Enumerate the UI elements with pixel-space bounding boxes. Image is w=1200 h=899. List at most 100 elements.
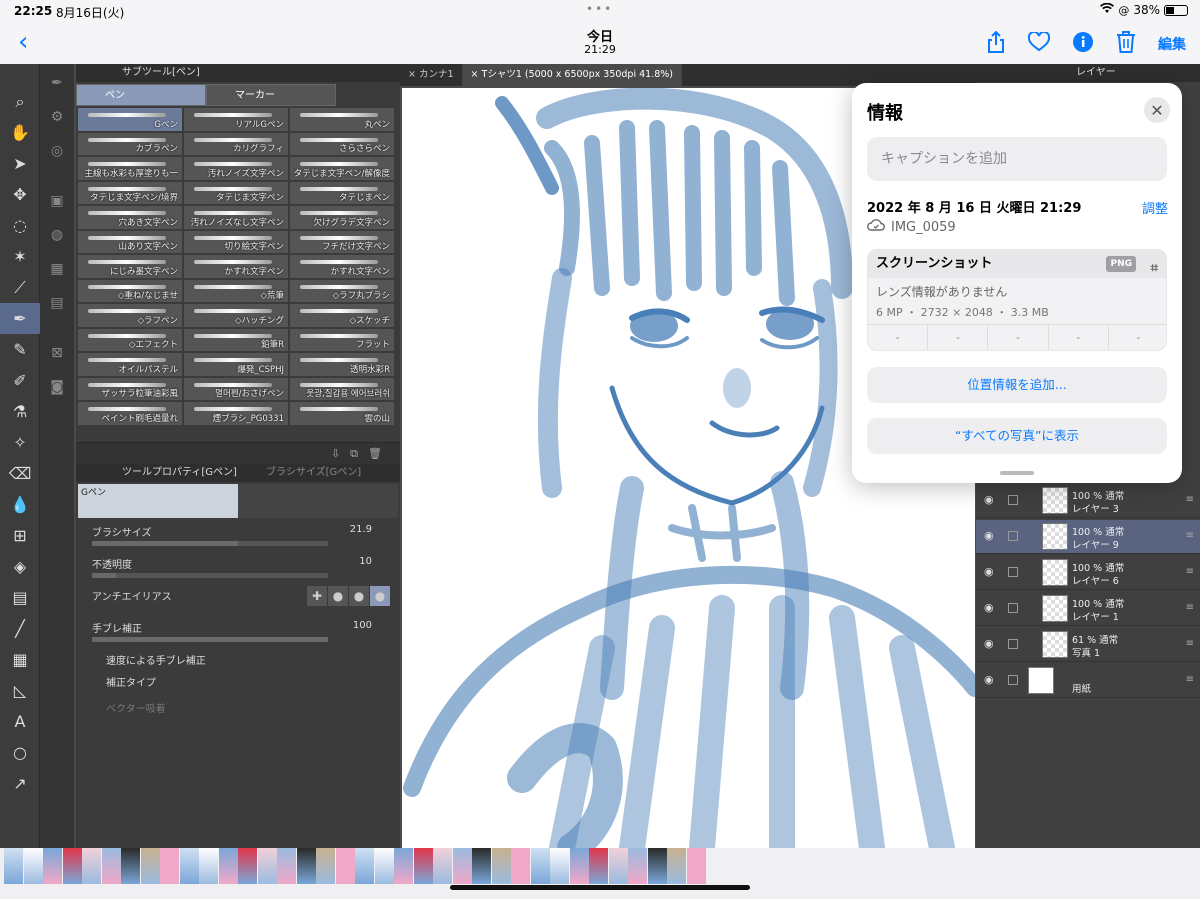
- text-icon: A: [14, 712, 26, 731]
- brush-label: ◇ラフペン: [137, 315, 178, 326]
- filmstrip-thumbnail[interactable]: [238, 848, 257, 884]
- brush-size-label: ブラシサイズ: [92, 528, 152, 539]
- filmstrip-thumbnail[interactable]: [374, 848, 394, 884]
- filmstrip-thumbnail[interactable]: [335, 848, 355, 884]
- close-icon[interactable]: ✕: [1144, 97, 1170, 123]
- filmstrip-thumbnail[interactable]: [686, 848, 706, 884]
- info-icon[interactable]: [1072, 31, 1094, 57]
- filmstrip-thumbnail[interactable]: [550, 848, 569, 884]
- filmstrip-thumbnail[interactable]: [4, 848, 23, 884]
- filmstrip-thumbnail[interactable]: [433, 848, 452, 884]
- filmstrip-thumbnail[interactable]: [121, 848, 140, 884]
- filmstrip-thumbnail[interactable]: [413, 848, 433, 884]
- trash-icon[interactable]: [1116, 31, 1136, 57]
- layer-thumbnail: [1042, 523, 1068, 550]
- filmstrip-thumbnail[interactable]: [199, 848, 218, 884]
- preview-label: Gペン: [81, 488, 106, 498]
- decoration-icon: ✧: [13, 433, 27, 452]
- add-location-button[interactable]: 位置情報を追加...: [867, 367, 1167, 403]
- filmstrip-thumbnail[interactable]: [101, 848, 121, 884]
- brush-item: カブラペン: [78, 132, 182, 155]
- filmstrip-thumbnail[interactable]: [257, 848, 277, 884]
- subtool-panel: サブツール[ペン] ペン マーカー Gペン リアルGペン 丸ペン カブラペン カリグラフ…: [76, 64, 400, 464]
- brush-label: 欠けグラデ文字ペン: [313, 217, 390, 228]
- photo-filmstrip[interactable]: [0, 848, 1200, 899]
- frame-icon: ▦: [12, 650, 28, 669]
- brush-stroke-preview: [194, 284, 272, 289]
- show-in-all-photos-button[interactable]: “すべての写真”に表示: [867, 418, 1167, 454]
- filmstrip-thumbnail[interactable]: [491, 848, 511, 884]
- brush-item: ◇荒筆: [184, 279, 288, 302]
- line-icon: ╱: [15, 619, 25, 638]
- filmstrip-thumbnail[interactable]: [452, 848, 472, 884]
- share-icon[interactable]: [986, 30, 1006, 57]
- toolprop-title: ツールプロパティ[Gペン] ブラシサイズ[Gペン]: [76, 464, 400, 482]
- brush-label: フラット: [355, 340, 390, 350]
- eraser-icon: ⌫: [8, 464, 32, 483]
- brush-item: 汚れノイズなし文字ペン: [184, 206, 288, 229]
- filmstrip-thumbnail[interactable]: [628, 848, 647, 884]
- status-right: @ 38%: [1100, 2, 1188, 17]
- filmstrip-thumbnail[interactable]: [179, 848, 199, 884]
- filmstrip-thumbnail[interactable]: [82, 848, 101, 884]
- adjust-button[interactable]: 調整: [1142, 198, 1168, 217]
- filmstrip-thumbnail[interactable]: [511, 848, 530, 884]
- command-bar: ✒ ⚙ ◎ ▣ ◍ ▦ ▤ ⊠ ◙: [40, 64, 74, 848]
- magic-wand-icon: ✶: [13, 247, 27, 266]
- filmstrip-thumbnail[interactable]: [23, 848, 43, 884]
- brush-item: 爆発_CSPHJ: [184, 353, 288, 376]
- layer-checkbox: [1008, 531, 1018, 541]
- layer-row: ◉ 61 % 通常 写真 1 ≡: [976, 628, 1200, 662]
- sub-pen-icon: ✒: [51, 75, 63, 91]
- filmstrip-thumbnail[interactable]: [394, 848, 413, 884]
- photos-nav-bar: ‹ 今日 21:29 編集: [0, 22, 1200, 64]
- opacity-value: 10: [359, 556, 372, 567]
- edit-button[interactable]: 編集: [1158, 34, 1186, 54]
- filmstrip-thumbnail[interactable]: [277, 848, 296, 884]
- brush-size-bar: [92, 541, 328, 546]
- filmstrip-thumbnail[interactable]: [647, 848, 667, 884]
- filmstrip-thumbnail[interactable]: [296, 848, 316, 884]
- brush-stroke-preview: [88, 235, 166, 240]
- caption-input[interactable]: キャプションを追加: [867, 137, 1167, 181]
- brush-label: タテじまペン: [338, 193, 390, 203]
- visibility-eye-icon: ◉: [984, 565, 994, 578]
- home-indicator[interactable]: [450, 885, 750, 890]
- filmstrip-thumbnail[interactable]: [472, 848, 491, 884]
- brush-label: 透明水彩R: [350, 364, 390, 375]
- filmstrip-thumbnail[interactable]: [316, 848, 335, 884]
- stabilization-bar: [92, 637, 328, 642]
- filmstrip-thumbnail[interactable]: [43, 848, 62, 884]
- correction-type-label: 補正タイプ: [106, 678, 156, 689]
- layer-checkbox: [1008, 639, 1018, 649]
- filmstrip-thumbnail[interactable]: [667, 848, 686, 884]
- layer-menu-icon: ≡: [1185, 602, 1194, 613]
- filmstrip-thumbnail[interactable]: [160, 848, 179, 884]
- operation-tool-icon: ➤: [13, 154, 27, 173]
- brush-stroke-preview: [194, 382, 272, 387]
- brush-label: 主線も水彩も厚塗りも一: [84, 168, 178, 179]
- filmstrip-thumbnail[interactable]: [62, 848, 82, 884]
- filmstrip-thumbnail[interactable]: [589, 848, 608, 884]
- layer-row: ◉ 100 % 通常 レイヤー 6 ≡: [976, 556, 1200, 590]
- filmstrip-thumbnail[interactable]: [218, 848, 238, 884]
- aa-none-icon: ✚: [307, 586, 327, 606]
- layer-name: 写真 1: [1072, 648, 1101, 659]
- filmstrip-thumbnail[interactable]: [530, 848, 550, 884]
- filmstrip-thumbnail[interactable]: [355, 848, 374, 884]
- brush-label: かすれ文字ペン: [330, 266, 390, 277]
- filmstrip-thumbnail[interactable]: [569, 848, 589, 884]
- metadata-card: スクリーンショット PNG ⌗ レンズ情報がありません 6 MP ・ 2732 …: [867, 249, 1167, 351]
- brush-label: 멸머펜/おさげペン: [215, 389, 284, 399]
- sheet-grabber[interactable]: [1000, 471, 1034, 475]
- layer-opacity-mode: 61 % 通常: [1072, 635, 1119, 646]
- favorite-heart-icon[interactable]: [1027, 30, 1051, 56]
- drop-mini-icon: ◍: [50, 227, 64, 243]
- filmstrip-thumbnail[interactable]: [140, 848, 160, 884]
- multitasking-dots-icon[interactable]: •••: [586, 2, 613, 16]
- brush-preview: Gペン: [78, 484, 398, 518]
- filmstrip-thumbnail[interactable]: [608, 848, 628, 884]
- brush-grid: Gペン リアルGペン 丸ペン カブラペン カリグラフィ さらさらペン 主線も水彩も厚塗りも一…: [76, 106, 400, 427]
- brush-stroke-preview: [194, 309, 272, 313]
- brush-label: ザッサラ粒筆油彩風: [101, 389, 178, 399]
